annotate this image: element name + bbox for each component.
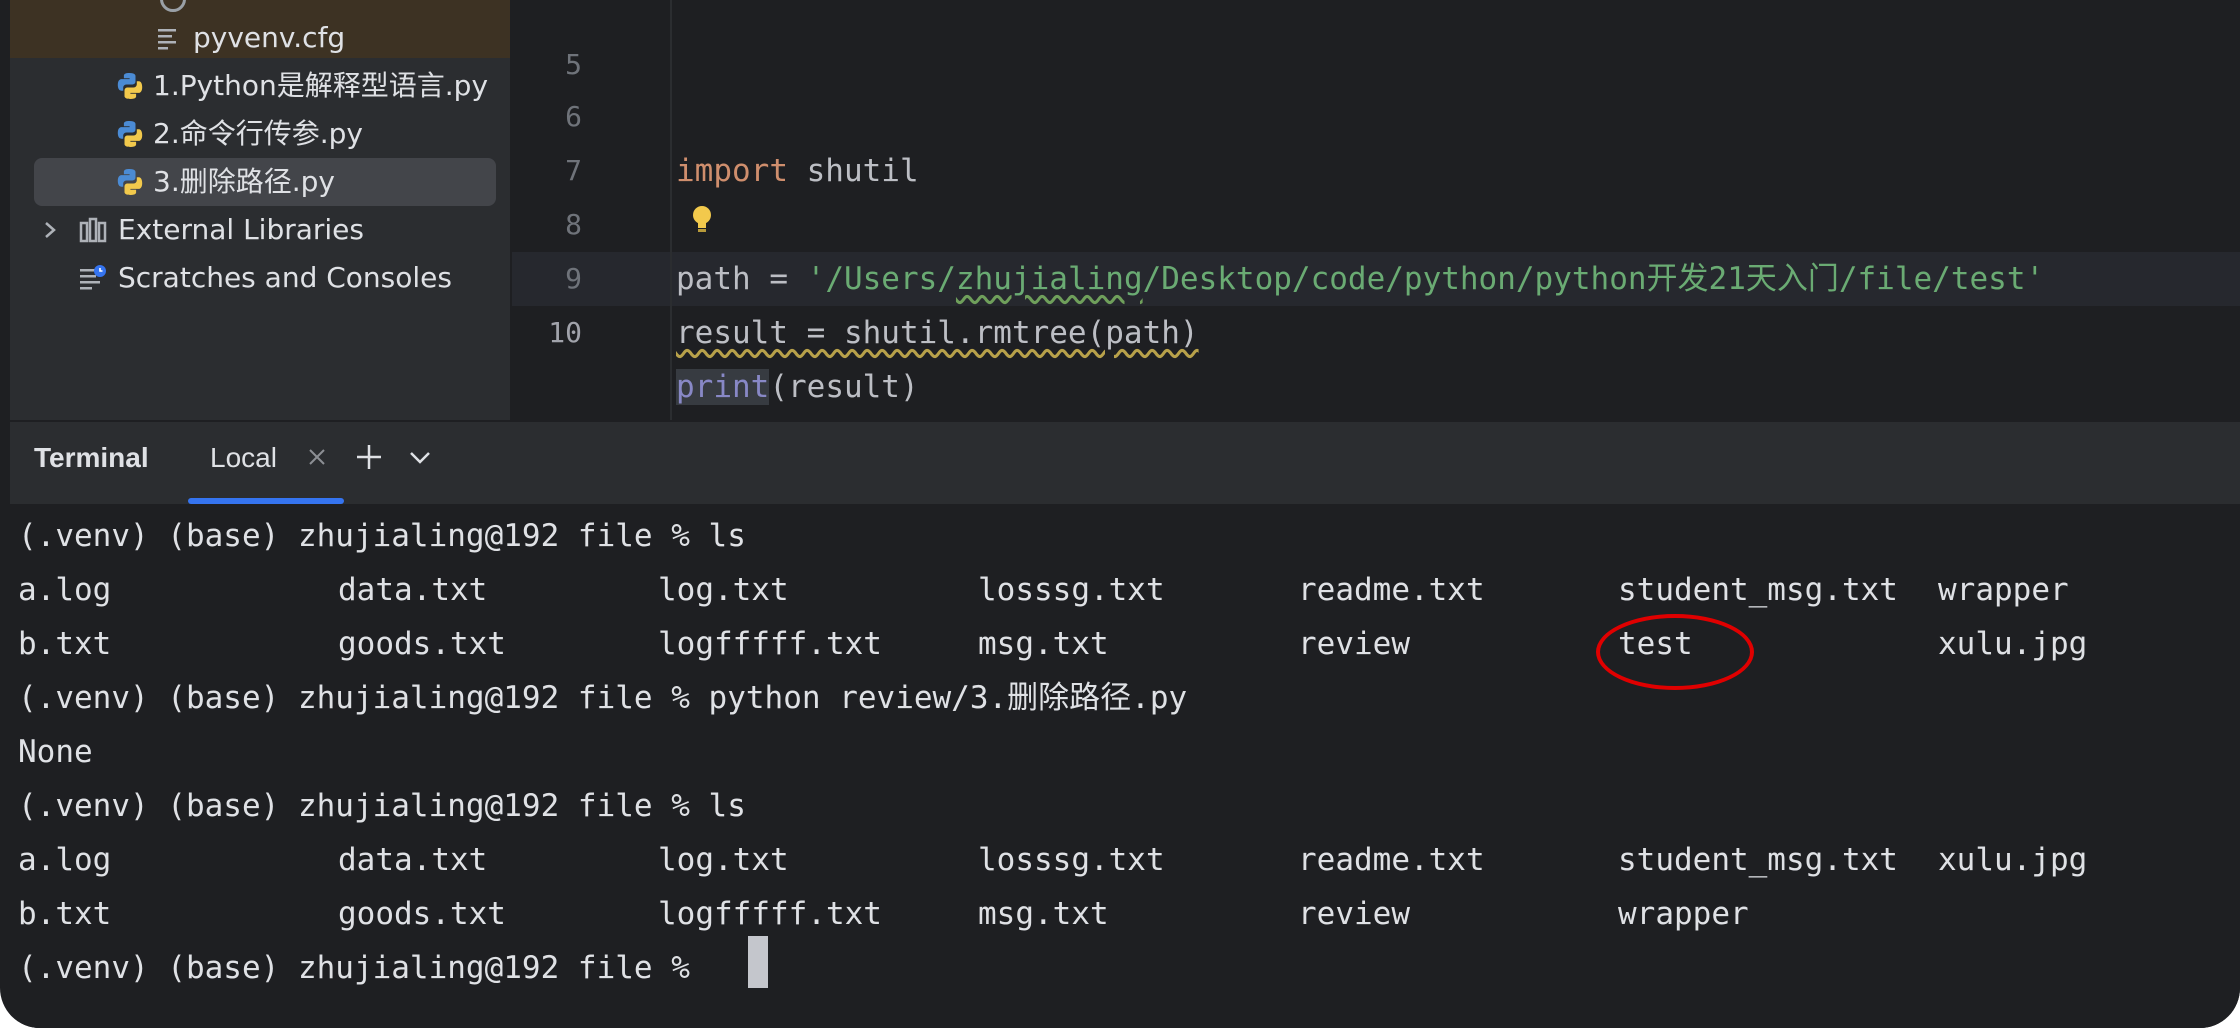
text-file-icon [158,29,176,50]
code-line-7[interactable]: 7 [512,90,624,187]
code-line-5[interactable]: 5 [512,0,624,81]
terminal-line: (.venv) (base) zhujialing@192 file % pyt… [18,680,1188,716]
code-editor[interactable]: 5 6 import shutil 7 8 path = '/Users/zhu… [512,0,2240,420]
tree-item-label: 2.命令行传参.py [153,117,363,150]
code-text: shutil [787,153,919,189]
ls-entry: b.txt [18,896,112,932]
keyword: import [676,153,788,189]
library-icon [79,217,107,243]
code-line-10[interactable]: 10 print(result) [512,252,919,405]
ls-entry: data.txt [338,572,488,608]
close-icon[interactable] [306,446,328,468]
lightbulb-icon[interactable] [691,205,713,233]
chevron-right-icon[interactable] [40,220,60,240]
terminal-cursor [748,936,768,988]
ls-entry: a.log [18,572,112,608]
code-line-6[interactable]: 6 import shutil [512,36,919,189]
ls-entry: student_msg.txt [1618,572,1898,608]
project-tree: pyvenv.cfg 1.Python是解释型语言.py 2.命令行传参.py … [10,0,510,420]
tree-item-file-2[interactable]: 2.命令行传参.py [115,110,363,158]
red-circle-annotation [1596,614,1754,690]
ls-entry: log.txt [658,842,789,878]
tree-item-label: External Libraries [118,213,364,246]
code-line-8[interactable]: 8 path = '/Users/zhujialing/Desktop/code… [512,144,2044,297]
terminal-title: Terminal [34,442,149,473]
line-number: 10 [548,316,582,349]
ls-entry: log.txt [658,572,789,608]
ls-entry: a.log [18,842,112,878]
tree-item-scratches[interactable]: Scratches and Consoles [78,254,452,302]
python-file-icon [117,73,143,99]
ls-entry: review [1298,626,1410,662]
tab-local[interactable]: Local [210,442,277,474]
python-file-icon [117,169,143,195]
tree-item-file-1[interactable]: 1.Python是解释型语言.py [115,62,488,110]
string-literal-user: zhujialing [955,261,1143,297]
tree-item-external-libraries[interactable]: External Libraries [40,206,364,254]
tree-item-label: 1.Python是解释型语言.py [153,69,489,102]
ide-window: pyvenv.cfg 1.Python是解释型语言.py 2.命令行传参.py … [0,0,2240,1028]
tree-item-label: 3.删除路径.py [153,165,335,198]
ls-entry: logfffff.txt [658,896,882,932]
tree-item-label: Scratches and Consoles [118,261,452,294]
string-literal-rest: /Desktop/code/python/python开发21天入门/file/… [1142,261,2045,297]
ls-entry: b.txt [18,626,112,662]
code-text: result = shutil.rmtree(path) [676,315,1199,351]
code-line-9[interactable]: 9 result = shutil.rmtree(path) [512,198,1198,351]
plus-icon[interactable] [354,442,384,472]
string-literal: '/Users/ [806,261,956,297]
terminal-line: (.venv) (base) zhujialing@192 file % ls [18,788,746,824]
code-text: path = [676,261,807,297]
folder-icon [160,0,186,12]
ls-entry: goods.txt [338,626,506,662]
ls-entry: review [1298,896,1410,932]
terminal-line: None [18,734,93,770]
ls-entry: logfffff.txt [658,626,882,662]
ls-entry: data.txt [338,842,488,878]
builtin-function: print [676,369,770,405]
tree-item-file-3[interactable]: 3.删除路径.py [34,158,496,206]
python-file-icon [117,121,143,147]
ls-entry: xulu.jpg [1938,626,2088,662]
ls-entry: wrapper [1938,572,2069,608]
tree-item-label: pyvenv.cfg [193,21,346,54]
terminal-toolbar: Terminal Local [10,422,2240,504]
ls-entry: msg.txt [978,626,1109,662]
chevron-down-icon[interactable] [408,448,432,468]
code-text: (result) [769,369,919,405]
ls-entry: wrapper [1618,896,1749,932]
ls-entry: losssg.txt [978,842,1165,878]
ls-entry: student_msg.txt [1618,842,1898,878]
scratches-icon [80,265,106,290]
gutter-divider [670,0,672,420]
ls-entry: readme.txt [1298,842,1485,878]
ls-entry: losssg.txt [978,572,1165,608]
ls-entry: msg.txt [978,896,1109,932]
ls-entry: goods.txt [338,896,506,932]
ls-entry: readme.txt [1298,572,1485,608]
terminal-line: (.venv) (base) zhujialing@192 file % ls [18,518,746,554]
tree-item-pyvenv[interactable]: pyvenv.cfg [155,14,345,62]
terminal-prompt[interactable]: (.venv) (base) zhujialing@192 file % [18,941,709,995]
ls-entry: xulu.jpg [1938,842,2088,878]
